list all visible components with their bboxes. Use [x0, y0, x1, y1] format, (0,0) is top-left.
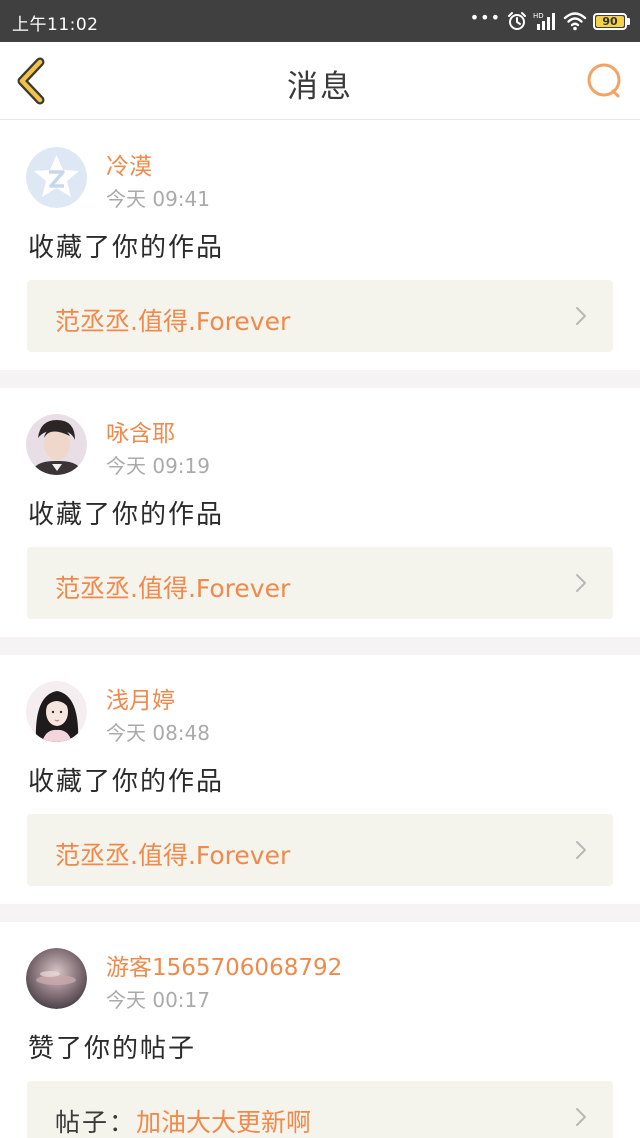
post-title-text: 加油大大更新啊 — [136, 1108, 312, 1137]
alarm-icon — [508, 12, 526, 30]
chevron-right-icon — [576, 841, 586, 859]
avatar[interactable] — [26, 681, 87, 742]
search-button[interactable] — [584, 60, 626, 102]
post-prefix: 帖子： — [55, 1108, 137, 1137]
chevron-right-icon — [576, 574, 586, 592]
work-title: 范丞丞.值得.Forever — [55, 569, 290, 605]
chevron-right-icon — [576, 307, 586, 325]
message-item: 游客1565706068792 今天 00:17 赞了你的帖子 帖子：加油大大更… — [0, 922, 640, 1138]
nav-bar: 消息 — [0, 42, 640, 120]
status-time: 上午11:02 — [12, 15, 99, 35]
work-title-text: 范丞丞.值得.Forever — [55, 574, 291, 603]
work-link[interactable]: 范丞丞.值得.Forever — [27, 814, 613, 886]
username[interactable]: 冷漠 — [106, 147, 152, 181]
divider — [0, 370, 640, 388]
search-icon — [587, 63, 621, 98]
message-list: 冷漠 今天 09:41 收藏了你的作品 范丞丞.值得.Forever 咏含耶 今… — [0, 121, 640, 1138]
work-link[interactable]: 范丞丞.值得.Forever — [27, 547, 613, 619]
avatar[interactable] — [26, 147, 87, 208]
page-title: 消息 — [287, 69, 353, 105]
action-text: 收藏了你的作品 — [28, 233, 225, 263]
post-title: 帖子：加油大大更新啊 — [55, 1103, 311, 1138]
username[interactable]: 浅月婷 — [106, 681, 175, 715]
work-title: 范丞丞.值得.Forever — [55, 302, 290, 338]
battery-level: 90 — [596, 15, 624, 27]
svg-text:HD: HD — [533, 12, 544, 20]
action-text: 收藏了你的作品 — [28, 500, 225, 530]
timestamp: 今天 08:48 — [106, 721, 210, 745]
work-title-text: 范丞丞.值得.Forever — [55, 307, 291, 336]
message-item: 冷漠 今天 09:41 收藏了你的作品 范丞丞.值得.Forever — [0, 121, 640, 370]
hd-signal-icon: HD — [533, 12, 555, 30]
divider — [0, 904, 640, 922]
action-text: 赞了你的帖子 — [28, 1034, 197, 1064]
avatar[interactable] — [26, 414, 87, 475]
avatar[interactable] — [26, 948, 87, 1009]
message-item: 咏含耶 今天 09:19 收藏了你的作品 范丞丞.值得.Forever — [0, 388, 640, 637]
work-title: 范丞丞.值得.Forever — [55, 836, 290, 872]
more-dots-icon: ••• — [469, 8, 501, 27]
status-icons: ••• HD 90 — [470, 8, 630, 34]
username[interactable]: 游客1565706068792 — [106, 948, 342, 982]
work-title-text: 范丞丞.值得.Forever — [55, 841, 291, 870]
post-link[interactable]: 帖子：加油大大更新啊 — [27, 1081, 613, 1138]
wifi-icon — [563, 12, 587, 31]
chevron-right-icon — [576, 1108, 586, 1126]
timestamp: 今天 09:19 — [106, 454, 210, 478]
battery-icon: 90 — [593, 12, 630, 30]
divider — [0, 637, 640, 655]
status-bar: 上午11:02 ••• HD 90 — [0, 0, 640, 42]
timestamp: 今天 00:17 — [106, 988, 210, 1012]
timestamp: 今天 09:41 — [106, 187, 210, 211]
work-link[interactable]: 范丞丞.值得.Forever — [27, 280, 613, 352]
username[interactable]: 咏含耶 — [106, 414, 175, 448]
action-text: 收藏了你的作品 — [28, 767, 225, 797]
message-item: 浅月婷 今天 08:48 收藏了你的作品 范丞丞.值得.Forever — [0, 655, 640, 904]
